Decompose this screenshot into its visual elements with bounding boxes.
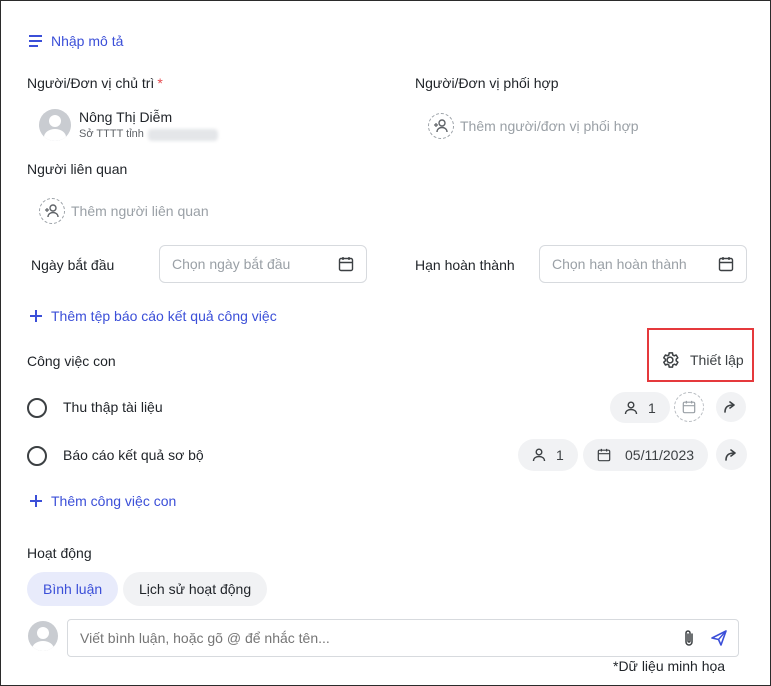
task-detail-panel: Nhập mô tả Người/Đơn vị chủ trì * Nông Th… — [0, 0, 771, 686]
add-person-icon — [39, 198, 65, 224]
subtask-open-button[interactable] — [716, 439, 747, 470]
redacted-text — [147, 128, 218, 141]
add-coordinator-label: Thêm người/đơn vị phối hợp — [460, 118, 639, 134]
add-report-file-link[interactable]: Thêm tệp báo cáo kết quả công việc — [29, 308, 277, 324]
subtasks-title: Công việc con — [27, 353, 116, 369]
description-link[interactable]: Nhập mô tả — [29, 33, 123, 49]
menu-lines-icon — [29, 35, 42, 47]
plus-icon — [30, 495, 42, 507]
add-coordinator[interactable]: Thêm người/đơn vị phối hợp — [428, 113, 639, 139]
subtask-settings-button[interactable]: Thiết lập — [660, 350, 744, 370]
subtask-open-button[interactable] — [716, 392, 746, 422]
plus-icon — [30, 310, 42, 322]
subtask-assignee-pill[interactable]: 1 — [518, 439, 578, 471]
add-subtask-link[interactable]: Thêm công việc con — [29, 493, 176, 509]
add-person-icon — [428, 113, 454, 139]
due-date-picker[interactable]: Chọn hạn hoàn thành — [539, 245, 747, 283]
owner-name: Nông Thị Diễm — [79, 109, 173, 126]
owner-org: Sở TTTT tỉnh — [79, 128, 144, 141]
subtask-date-pill[interactable]: 05/11/2023 — [583, 439, 709, 471]
subtask-complete-radio[interactable] — [27, 446, 47, 466]
subtask-title[interactable]: Thu thập tài liệu — [63, 399, 163, 415]
owner-person[interactable]: Nông Thị Diễm Sở TTTT tỉnh — [39, 109, 218, 141]
start-date-label: Ngày bắt đầu — [31, 257, 115, 273]
due-date-label: Hạn hoàn thành — [415, 257, 515, 273]
owner-avatar — [39, 109, 71, 141]
add-related-label: Thêm người liên quan — [71, 203, 209, 219]
tab-comments[interactable]: Bình luận — [27, 572, 119, 606]
related-label: Người liên quan — [27, 161, 128, 177]
person-icon — [624, 401, 638, 414]
send-icon[interactable] — [710, 629, 728, 647]
add-subtask-label: Thêm công việc con — [51, 493, 177, 509]
footnote: *Dữ liệu minh họa — [613, 658, 726, 674]
forward-arrow-icon — [724, 401, 735, 413]
calendar-icon — [682, 400, 696, 414]
tab-activity-history[interactable]: Lịch sử hoạt động — [123, 572, 268, 606]
subtask-complete-radio[interactable] — [27, 398, 47, 418]
calendar-icon — [597, 448, 611, 462]
due-date-placeholder: Chọn hạn hoàn thành — [552, 256, 687, 272]
required-mark: * — [157, 75, 163, 91]
subtask-date: 05/11/2023 — [625, 447, 695, 463]
subtask-assignee-pill[interactable]: 1 — [610, 392, 670, 423]
description-link-label: Nhập mô tả — [51, 33, 124, 49]
add-related[interactable]: Thêm người liên quan — [39, 198, 209, 224]
coordinator-label: Người/Đơn vị phối hợp — [415, 75, 559, 91]
start-date-picker[interactable]: Chọn ngày bắt đầu — [159, 245, 367, 283]
comment-input[interactable] — [80, 630, 682, 646]
person-icon — [532, 448, 546, 462]
calendar-icon — [338, 257, 354, 272]
forward-arrow-icon — [724, 448, 736, 461]
comment-input-box[interactable] — [67, 619, 739, 657]
subtask-assignee-count: 1 — [648, 399, 656, 416]
subtask-assignee-count: 1 — [556, 447, 564, 463]
calendar-icon — [718, 257, 734, 272]
subtask-settings-label: Thiết lập — [690, 352, 744, 368]
gear-icon — [663, 352, 679, 368]
subtask-date-button[interactable] — [674, 392, 704, 422]
current-user-avatar — [28, 621, 58, 651]
subtask-title[interactable]: Báo cáo kết quả sơ bộ — [63, 447, 204, 463]
owner-label: Người/Đơn vị chủ trì * — [27, 75, 163, 91]
add-report-file-label: Thêm tệp báo cáo kết quả công việc — [51, 308, 277, 324]
start-date-placeholder: Chọn ngày bắt đầu — [172, 256, 291, 272]
paperclip-icon[interactable] — [682, 629, 696, 647]
activity-title: Hoạt động — [27, 545, 92, 561]
